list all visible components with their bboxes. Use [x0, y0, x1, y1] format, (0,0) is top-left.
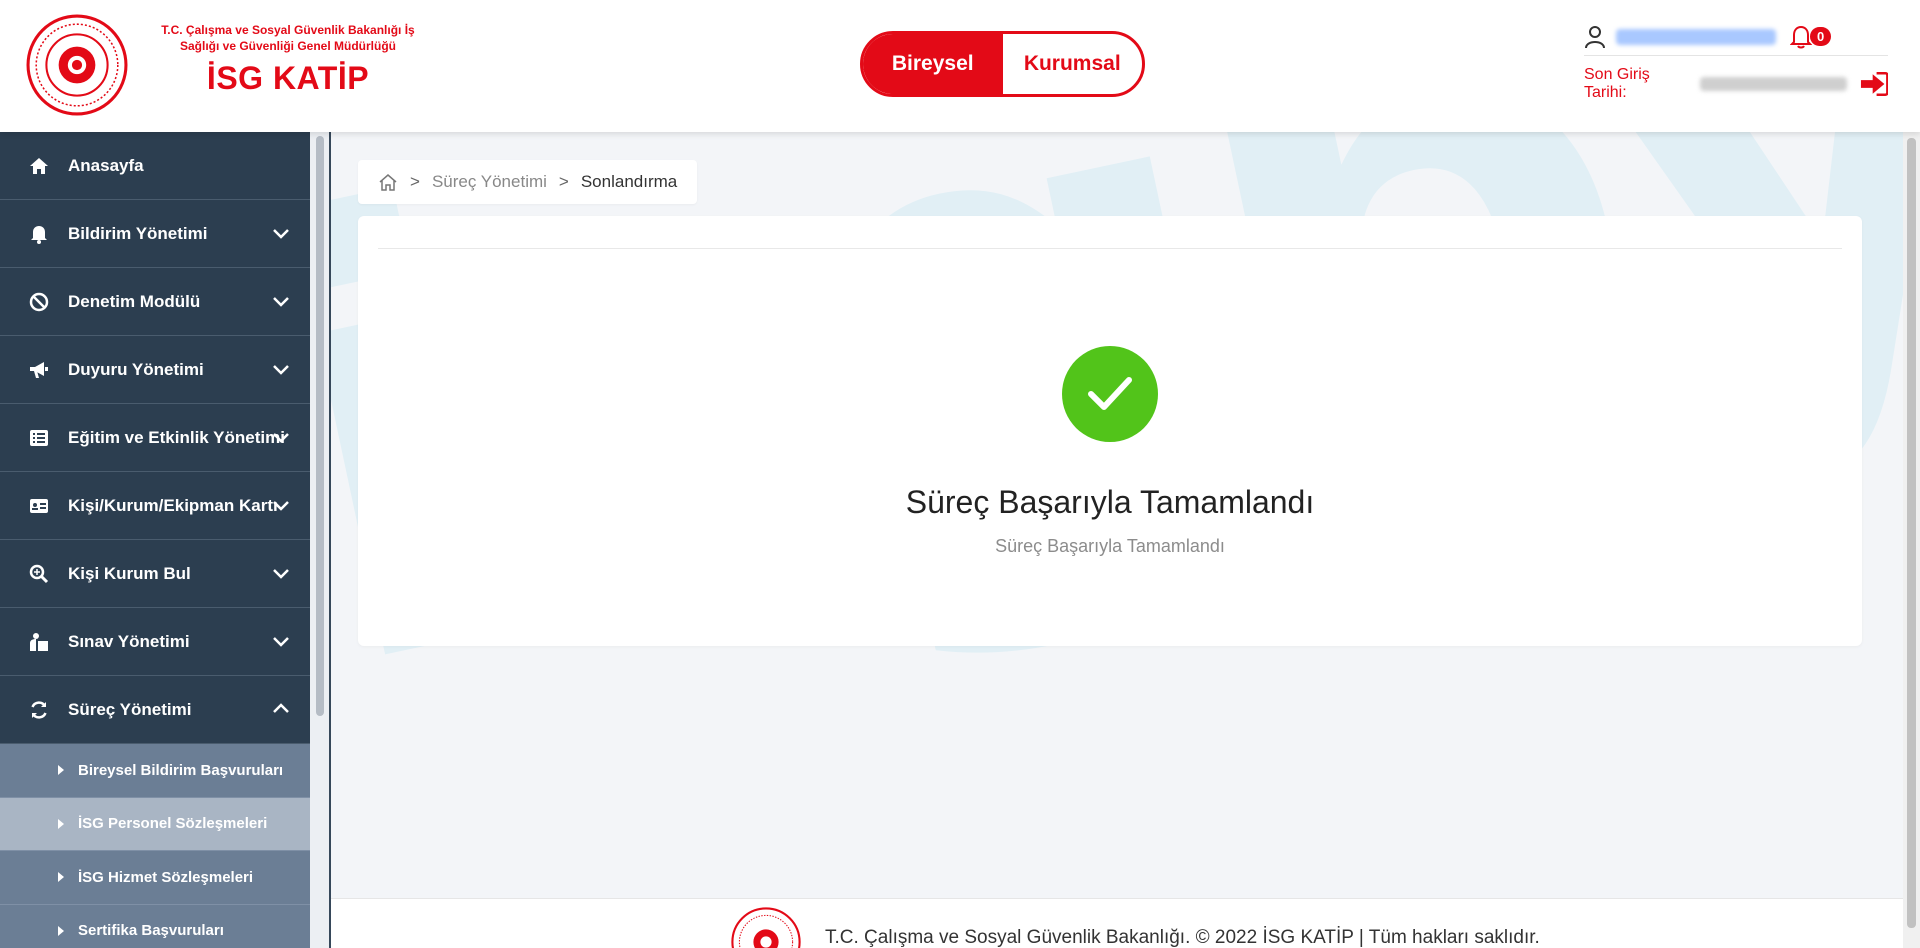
ministry-seal-logo	[731, 907, 801, 948]
sidebar-item-label: Süreç Yönetimi	[68, 699, 192, 719]
card-divider	[378, 248, 1842, 249]
list-icon	[28, 427, 50, 449]
sync-icon	[28, 699, 50, 721]
main-scrollbar[interactable]	[1903, 132, 1920, 948]
sidebar-item-label: Sınav Yönetimi	[68, 631, 190, 651]
top-header: T.C. Çalışma ve Sosyal Güvenlik Bakanlığ…	[0, 0, 1920, 132]
user-area: 0 Son Giriş Tarihi:	[1584, 24, 1888, 102]
result-subtitle: Süreç Başarıyla Tamamlandı	[995, 536, 1225, 556]
search-icon	[28, 563, 50, 585]
toggle-kurumsal[interactable]: Kurumsal	[1003, 34, 1143, 94]
sidebar-scrollbar-thumb[interactable]	[316, 136, 324, 716]
chevron-up-icon	[273, 703, 289, 713]
chevron-down-icon	[273, 229, 289, 239]
breadcrumb-separator: >	[558, 172, 569, 191]
submenu-item-bireysel-bildirim[interactable]: Bireysel Bildirim Başvuruları	[0, 744, 310, 798]
ministry-seal-logo	[26, 14, 128, 116]
chevron-down-icon	[273, 501, 289, 511]
user-type-toggle: Bireysel Kurumsal	[860, 31, 1145, 97]
sidebar-divider	[329, 132, 331, 948]
main-scrollbar-thumb[interactable]	[1907, 138, 1916, 928]
breadcrumb-link-surec[interactable]: Süreç Yönetimi	[432, 172, 547, 192]
chevron-down-icon	[273, 297, 289, 307]
exam-icon	[28, 631, 50, 653]
footer: T.C. Çalışma ve Sosyal Güvenlik Bakanlığ…	[331, 898, 1903, 948]
submenu-item-sertifika[interactable]: Sertifika Başvuruları	[0, 905, 310, 948]
last-login-label: Son Giriş Tarihi:	[1584, 66, 1650, 101]
sidebar-item-anasayfa[interactable]: Anasayfa	[0, 132, 310, 200]
breadcrumb-current: Sonlandırma	[580, 172, 678, 191]
chevron-down-icon	[273, 569, 289, 579]
notifications-button[interactable]: 0	[1789, 25, 1832, 49]
sidebar-item-sinav[interactable]: Sınav Yönetimi	[0, 608, 310, 676]
bell-icon	[28, 223, 50, 245]
home-icon[interactable]	[378, 173, 398, 191]
sidebar-scrollbar[interactable]	[310, 132, 330, 948]
sidebar-item-kisi-kart[interactable]: Kişi/Kurum/Ekipman Kartı	[0, 472, 310, 540]
id-card-icon	[28, 495, 50, 517]
caret-right-icon	[58, 818, 64, 829]
sidebar-item-label: Denetim Modülü	[68, 291, 201, 311]
sidebar-item-bildirim[interactable]: Bildirim Yönetimi	[0, 200, 310, 268]
home-icon	[28, 155, 50, 177]
chevron-down-icon	[273, 365, 289, 375]
megaphone-icon	[28, 359, 50, 381]
sidebar-item-label: Bildirim Yönetimi	[68, 223, 208, 243]
sidebar-item-duyuru[interactable]: Duyuru Yönetimi	[0, 336, 310, 404]
sidebar-item-egitim[interactable]: Eğitim ve Etkinlik Yönetimi	[0, 404, 310, 472]
sidebar-item-label: Kişi/Kurum/Ekipman Kartı	[68, 495, 278, 515]
sidebar-item-label: Duyuru Yönetimi	[68, 359, 204, 379]
success-check-icon	[1062, 346, 1158, 442]
user-icon	[1585, 25, 1605, 48]
sidebar-item-kisi-kurum-bul[interactable]: Kişi Kurum Bul	[0, 540, 310, 608]
sidebar: Anasayfa Bildirim Yönetimi Denetim Modül…	[0, 132, 310, 948]
bell-icon	[1789, 25, 1813, 48]
caret-right-icon	[58, 925, 64, 936]
caret-right-icon	[58, 872, 64, 883]
breadcrumb: > Süreç Yönetimi > Sonlandırma	[358, 160, 698, 204]
result-card: Süreç Başarıyla Tamamlandı Süreç Başarıy…	[358, 216, 1862, 646]
submenu-item-label: Bireysel Bildirim Başvuruları	[78, 761, 284, 779]
logout-icon[interactable]	[1859, 71, 1888, 97]
result-title: Süreç Başarıyla Tamamlandı	[905, 484, 1315, 520]
surec-submenu: Bireysel Bildirim Başvuruları İSG Person…	[0, 744, 310, 948]
sidebar-item-label: Eğitim ve Etkinlik Yönetimi	[68, 427, 285, 447]
submenu-item-isg-personel[interactable]: İSG Personel Sözleşmeleri	[0, 797, 310, 851]
user-name-redacted[interactable]	[1616, 28, 1776, 45]
last-login-value-redacted	[1700, 77, 1847, 91]
ministry-name: T.C. Çalışma ve Sosyal Güvenlik Bakanlığ…	[161, 23, 415, 53]
sidebar-item-surec[interactable]: Süreç Yönetimi	[0, 676, 310, 744]
sidebar-item-label: Anasayfa	[68, 155, 144, 175]
app-title: İSG KATİP	[206, 60, 370, 96]
footer-copyright: T.C. Çalışma ve Sosyal Güvenlik Bakanlığ…	[825, 927, 1540, 948]
chevron-down-icon	[273, 433, 289, 443]
ban-icon	[28, 291, 50, 313]
submenu-item-isg-hizmet[interactable]: İSG Hizmet Sözleşmeleri	[0, 851, 310, 905]
caret-right-icon	[58, 765, 64, 776]
chevron-down-icon	[273, 637, 289, 647]
sidebar-item-denetim[interactable]: Denetim Modülü	[0, 268, 310, 336]
notification-count-badge: 0	[1810, 26, 1832, 46]
sidebar-item-label: Kişi Kurum Bul	[68, 563, 191, 583]
breadcrumb-separator: >	[410, 172, 420, 191]
submenu-item-label: İSG Hizmet Sözleşmeleri	[78, 868, 254, 886]
toggle-bireysel[interactable]: Bireysel	[863, 34, 1003, 94]
submenu-item-label: Sertifika Başvuruları	[78, 922, 224, 940]
submenu-item-label: İSG Personel Sözleşmeleri	[78, 815, 268, 833]
